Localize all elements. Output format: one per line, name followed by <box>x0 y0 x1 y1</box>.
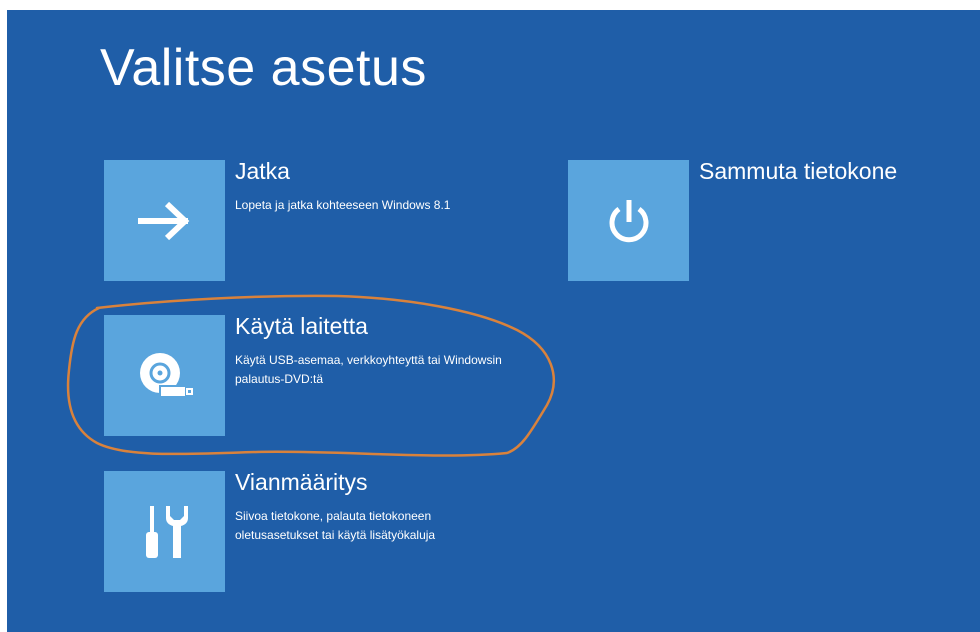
use-device-description: Käytä USB-asemaa, verkkoyhteyttä tai Win… <box>235 353 502 386</box>
page-title: Valitse asetus <box>100 39 427 97</box>
continue-option[interactable]: Jatka Lopeta ja jatka kohteeseen Windows… <box>104 158 514 281</box>
troubleshoot-option[interactable]: Vianmääritys Siivoa tietokone, palauta t… <box>104 469 514 592</box>
continue-title: Jatka <box>235 158 290 184</box>
use-device-option[interactable]: Käytä laitetta Käytä USB-asemaa, verkkoy… <box>104 313 514 436</box>
shutdown-title: Sammuta tietokone <box>699 158 898 184</box>
shutdown-option[interactable]: Sammuta tietokone <box>568 158 948 281</box>
shutdown-tile[interactable] <box>568 160 689 281</box>
arrow-right-icon <box>137 201 189 240</box>
troubleshoot-tile[interactable] <box>104 471 225 592</box>
power-icon <box>609 199 648 242</box>
troubleshoot-description: Siivoa tietokone, palauta tietokoneen ol… <box>235 509 436 542</box>
continue-description: Lopeta ja jatka kohteeseen Windows 8.1 <box>235 198 451 212</box>
tools-icon <box>145 505 188 558</box>
disc-usb-icon <box>139 352 193 398</box>
use-device-tile[interactable] <box>104 315 225 436</box>
continue-tile[interactable] <box>104 160 225 281</box>
recovery-screen: Valitse asetus Jatka Lopeta ja jatka koh… <box>7 10 980 632</box>
troubleshoot-title: Vianmääritys <box>235 469 368 495</box>
use-device-title: Käytä laitetta <box>235 313 368 339</box>
